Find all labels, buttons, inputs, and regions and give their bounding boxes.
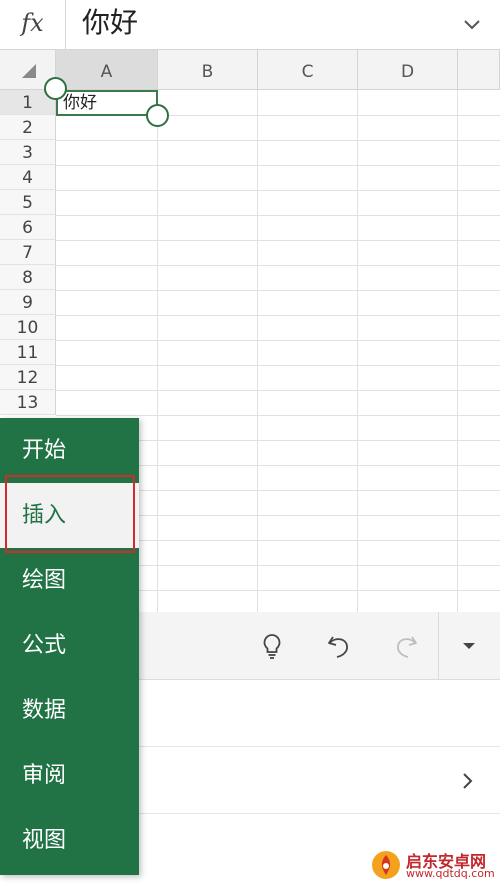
row-gridline xyxy=(56,190,500,191)
fx-label[interactable]: fx xyxy=(0,0,66,49)
row-gridline xyxy=(56,140,500,141)
formula-input[interactable]: 你好 xyxy=(82,0,138,49)
row-gridline xyxy=(56,215,500,216)
row-gridline xyxy=(56,165,500,166)
cell-a1[interactable]: 你好 xyxy=(56,90,158,116)
redo-icon xyxy=(397,636,417,658)
column-header-b[interactable]: B xyxy=(158,50,258,90)
chevron-down-icon[interactable] xyxy=(462,14,482,34)
row-header-9[interactable]: 9 xyxy=(0,290,56,315)
tab-draw[interactable]: 绘图 xyxy=(0,548,139,613)
row-header-2[interactable]: 2 xyxy=(0,115,56,140)
row-header-6[interactable]: 6 xyxy=(0,215,56,240)
caret-down-icon[interactable] xyxy=(455,632,483,660)
row-header-12[interactable]: 12 xyxy=(0,365,56,390)
row-gridline xyxy=(56,290,500,291)
row-gridline xyxy=(56,315,500,316)
watermark-logo-icon xyxy=(372,851,400,879)
column-gridline xyxy=(257,90,258,612)
row-header-7[interactable]: 7 xyxy=(0,240,56,265)
row-header-4[interactable]: 4 xyxy=(0,165,56,190)
selection-handle-top-left[interactable] xyxy=(44,77,67,100)
row-gridline xyxy=(56,390,500,391)
watermark-url: www.qdtdq.com xyxy=(406,867,495,880)
column-header-c[interactable]: C xyxy=(258,50,358,90)
row-header-10[interactable]: 10 xyxy=(0,315,56,340)
column-header-a[interactable]: A xyxy=(56,50,158,90)
column-gridline xyxy=(157,90,158,612)
row-header-3[interactable]: 3 xyxy=(0,140,56,165)
lightbulb-icon[interactable] xyxy=(258,632,286,660)
tab-data[interactable]: 数据 xyxy=(0,678,139,743)
row-header-11[interactable]: 11 xyxy=(0,340,56,365)
column-header-d[interactable]: D xyxy=(358,50,458,90)
row-gridline xyxy=(56,415,500,416)
annotation-highlight-box xyxy=(5,475,135,553)
tab-home[interactable]: 开始 xyxy=(0,418,139,483)
undo-icon[interactable] xyxy=(325,632,353,660)
formula-bar: fx 你好 xyxy=(0,0,500,50)
row-gridline xyxy=(56,240,500,241)
selection-handle-bottom-right[interactable] xyxy=(146,104,169,127)
column-header-e[interactable] xyxy=(458,50,500,90)
row-gridline xyxy=(56,340,500,341)
tab-view[interactable]: 视图 xyxy=(0,808,139,873)
chevron-right-icon[interactable] xyxy=(458,772,476,790)
row-header-5[interactable]: 5 xyxy=(0,190,56,215)
tab-formulas[interactable]: 公式 xyxy=(0,613,139,678)
toolbar-divider xyxy=(438,612,439,680)
column-gridline xyxy=(357,90,358,612)
row-gridline xyxy=(56,365,500,366)
row-header-8[interactable]: 8 xyxy=(0,265,56,290)
watermark: 启东安卓网 www.qdtdq.com xyxy=(370,848,498,882)
row-gridline xyxy=(56,265,500,266)
row-header-13[interactable]: 13 xyxy=(0,390,56,415)
column-gridline xyxy=(457,90,458,612)
tab-review[interactable]: 审阅 xyxy=(0,743,139,808)
